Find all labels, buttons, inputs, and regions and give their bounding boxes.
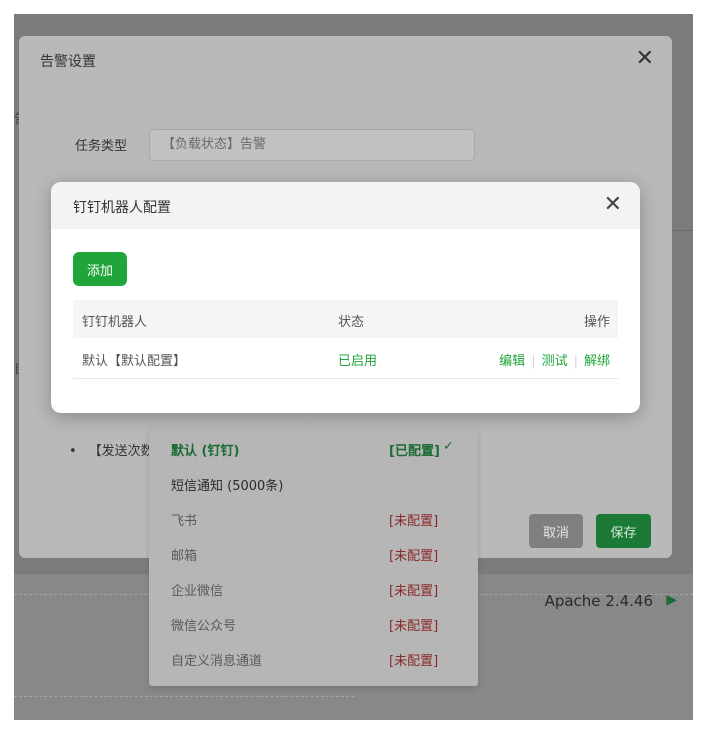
robot-name: 默认【默认配置】 <box>82 354 187 369</box>
close-icon[interactable]: ✕ <box>604 194 622 216</box>
dropdown-item-name: 企业微信 <box>171 584 224 599</box>
dropdown-item-name: 微信公众号 <box>171 619 237 634</box>
alert-settings-title: 告警设置 <box>40 54 96 70</box>
dropdown-item-sms[interactable]: 短信通知 (5000条) <box>149 466 478 501</box>
task-type-field[interactable]: 【负载状态】告警 <box>149 129 475 161</box>
dropdown-item-name: 短信通知 (5000条) <box>171 479 284 494</box>
task-type-label: 任务类型 <box>75 139 128 154</box>
dingtalk-robot-config-modal: 钉钉机器人配置 ✕ 添加 钉钉机器人 状态 操作 默认【默认配置】 已启用 编辑… <box>51 182 640 413</box>
check-icon: ✓ <box>443 439 454 454</box>
table-row: 默认【默认配置】 已启用 编辑 | 测试 | 解绑 <box>73 338 618 379</box>
dropdown-item-name: 自定义消息通道 <box>171 654 263 669</box>
send-count-item: 【发送次数 <box>69 440 154 459</box>
dropdown-item-dingtalk[interactable]: 默认 (钉钉) [已配置] ✓ <box>149 431 478 466</box>
action-separator: | <box>573 354 578 369</box>
close-icon[interactable]: ✕ <box>636 48 654 70</box>
dropdown-item-status: [已配置] <box>389 444 440 459</box>
status-badge: 已启用 <box>338 354 378 369</box>
play-icon[interactable]: ▶ <box>666 592 677 608</box>
cancel-button[interactable]: 取消 <box>529 514 583 548</box>
dropdown-item-wechat-official[interactable]: 微信公众号 [未配置] <box>149 606 478 641</box>
column-header-robot: 钉钉机器人 <box>82 315 148 330</box>
action-separator: | <box>531 354 536 369</box>
dropdown-item-status: [未配置] <box>389 584 439 599</box>
column-header-status: 状态 <box>338 315 365 330</box>
dropdown-item-name: 飞书 <box>171 514 198 529</box>
dropdown-item-status: [未配置] <box>389 654 439 669</box>
dropdown-item-name: 默认 (钉钉) <box>171 444 240 459</box>
save-button[interactable]: 保存 <box>596 514 651 548</box>
modal-header: 钉钉机器人配置 ✕ <box>51 182 640 229</box>
dropdown-item-status: [未配置] <box>389 514 439 529</box>
table-header: 钉钉机器人 状态 操作 <box>73 300 618 338</box>
dropdown-item-wecom[interactable]: 企业微信 [未配置] <box>149 571 478 606</box>
background-divider <box>14 696 354 697</box>
robot-table: 钉钉机器人 状态 操作 默认【默认配置】 已启用 编辑 | 测试 | 解绑 <box>73 300 618 379</box>
row-actions: 编辑 | 测试 | 解绑 <box>499 350 610 369</box>
dropdown-item-email[interactable]: 邮箱 [未配置] <box>149 536 478 571</box>
add-button[interactable]: 添加 <box>73 252 127 286</box>
modal-title: 钉钉机器人配置 <box>73 200 171 216</box>
dropdown-item-feishu[interactable]: 飞书 [未配置] <box>149 501 478 536</box>
test-link[interactable]: 测试 <box>542 354 568 369</box>
dropdown-item-status: [未配置] <box>389 619 439 634</box>
column-header-actions: 操作 <box>583 315 610 330</box>
dropdown-item-custom-channel[interactable]: 自定义消息通道 [未配置] <box>149 641 478 676</box>
page-backdrop: 告 自 Apache 2.4.46 ▶ 告警设置 ✕ 任务类型 【负载状态】告警… <box>14 14 693 720</box>
edit-link[interactable]: 编辑 <box>499 354 525 369</box>
dropdown-item-status: [未配置] <box>389 549 439 564</box>
dropdown-item-name: 邮箱 <box>171 549 198 564</box>
apache-version-label: Apache 2.4.46 <box>544 592 653 610</box>
channel-dropdown: 默认 (钉钉) [已配置] ✓ 短信通知 (5000条) 飞书 [未配置] 邮箱… <box>149 422 478 686</box>
unbind-link[interactable]: 解绑 <box>584 354 610 369</box>
